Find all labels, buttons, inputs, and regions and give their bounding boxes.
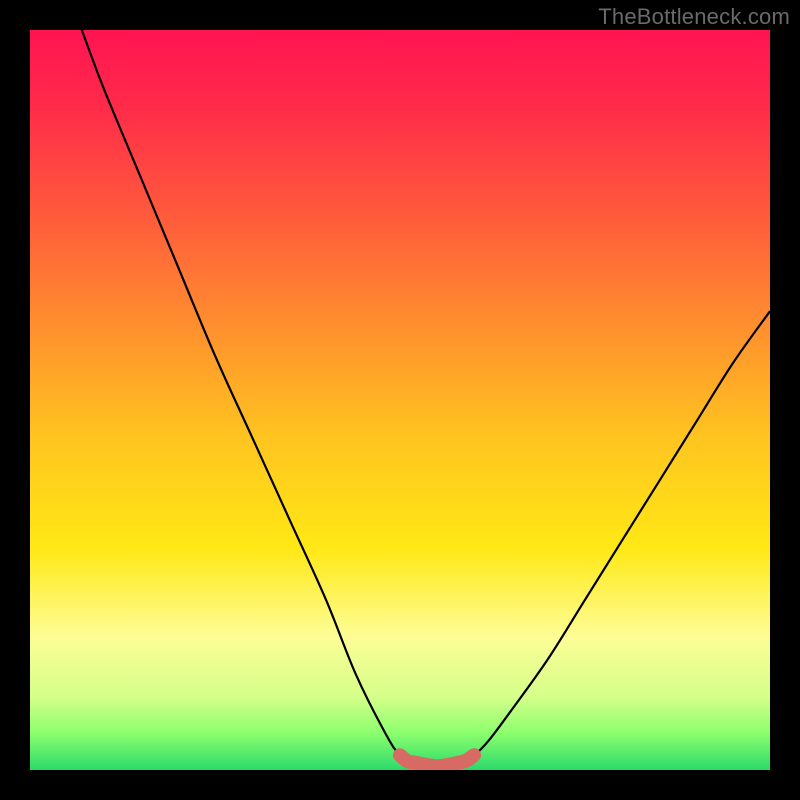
plot-area [30, 30, 770, 770]
chart-container: TheBottleneck.com [0, 0, 800, 800]
gradient-background [30, 30, 770, 770]
watermark-text: TheBottleneck.com [598, 4, 790, 30]
chart-svg [30, 30, 770, 770]
